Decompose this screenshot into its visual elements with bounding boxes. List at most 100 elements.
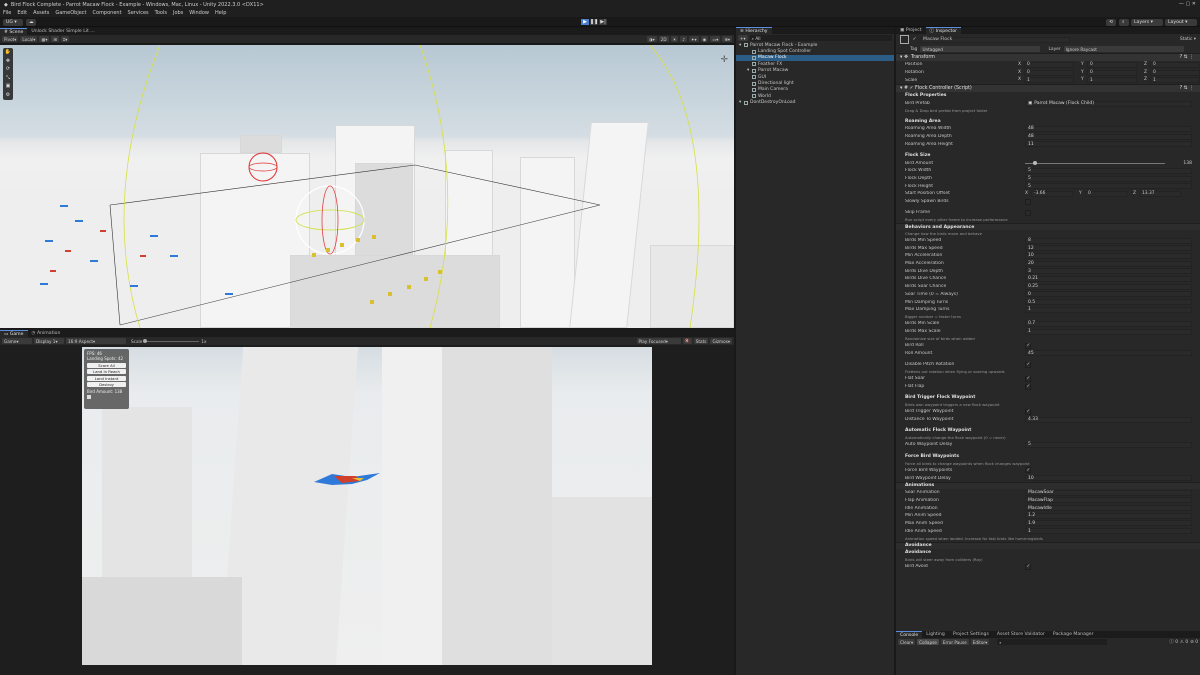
tab-console[interactable]: Console xyxy=(896,631,923,638)
tab-scene[interactable]: # Scene xyxy=(0,28,28,35)
vector-component-input[interactable]: 0 xyxy=(1085,190,1127,197)
scene-orientation-gizmo-icon[interactable]: ✛ xyxy=(720,55,728,65)
value-field[interactable]: 3 xyxy=(1025,268,1192,275)
value-field[interactable]: ▣ Parrot Macaw (Flock Child) xyxy=(1025,100,1192,107)
mode-2d-toggle[interactable]: 2D xyxy=(658,36,669,42)
value-field[interactable]: 0.7 xyxy=(1025,320,1192,327)
game-mode-dropdown[interactable]: Game ▾ xyxy=(2,338,32,344)
tab-package-manager[interactable]: Package Manager xyxy=(1048,631,1098,638)
history-icon[interactable]: ⟲ xyxy=(1106,18,1116,26)
console-search-input[interactable]: ⌕ xyxy=(997,639,1108,645)
checkbox[interactable]: ✓ xyxy=(1025,361,1031,368)
slider-handle[interactable] xyxy=(1033,160,1037,165)
warning-count-icon[interactable]: ⚠ 0 xyxy=(1180,640,1188,645)
value-field[interactable]: 48 xyxy=(1025,125,1192,132)
layers-dropdown[interactable]: Layers ▾ xyxy=(1131,18,1163,26)
layout-dropdown[interactable]: Layout ▾ xyxy=(1165,18,1197,26)
tab-shader[interactable]: Unlock Shader Simple Lit ... xyxy=(27,28,99,35)
value-field[interactable]: 1 xyxy=(1025,306,1192,313)
error-count-icon[interactable]: ⊘ 0 xyxy=(1190,640,1198,645)
value-field[interactable]: 1 xyxy=(1025,328,1192,335)
pause-icon[interactable]: ❚❚ xyxy=(590,19,598,25)
value-field[interactable]: 0.5 xyxy=(1025,299,1192,306)
collapse-button[interactable]: Collapse xyxy=(917,639,939,645)
increment-icon[interactable]: ⌗▾ xyxy=(60,36,70,42)
aspect-dropdown[interactable]: 16:9 Aspect ▾ xyxy=(66,338,126,344)
gizmos-dropdown[interactable]: Gizmos ▾ xyxy=(710,338,732,344)
value-field[interactable]: 45 xyxy=(1025,350,1192,357)
flock-controller-header[interactable]: ▾ # ✓ Flock Controller (Script)? ⇅ ⋮ xyxy=(896,84,1200,93)
tab-asset-store-validator[interactable]: Asset Store Validator xyxy=(992,631,1049,638)
transform-header[interactable]: ▾ ✥ Transform? ⇅ ⋮ xyxy=(896,53,1200,61)
menu-assets[interactable]: Assets xyxy=(33,10,49,16)
checkbox[interactable]: ✓ xyxy=(1025,408,1031,415)
value-field[interactable]: 5 xyxy=(1025,175,1192,182)
menu-jobs[interactable]: Jobs xyxy=(173,10,183,16)
menu-file[interactable]: File xyxy=(3,10,11,16)
tab-lighting[interactable]: Lighting xyxy=(922,631,949,638)
active-checkbox[interactable]: ✓ xyxy=(912,37,917,42)
destroy-button[interactable]: Destroy xyxy=(87,382,126,388)
vector-component-input[interactable]: 1 xyxy=(1150,77,1200,84)
value-field[interactable]: 1 xyxy=(1025,528,1192,535)
tab-project[interactable]: ▣ Project xyxy=(896,27,926,34)
value-field[interactable]: 8 xyxy=(1025,237,1192,244)
value-field[interactable]: 1.2 xyxy=(1025,512,1192,519)
checkbox[interactable]: ✓ xyxy=(1025,563,1031,570)
static-toggle[interactable]: Static ▾ xyxy=(1180,37,1196,42)
account-button[interactable]: UG ▾ xyxy=(3,18,23,26)
menu-tools[interactable]: Tools xyxy=(155,10,167,16)
grid-icon[interactable]: ▦▾ xyxy=(39,36,50,42)
tab-animation[interactable]: ◷ Animation xyxy=(27,330,65,337)
vector-component-input[interactable]: 0 xyxy=(1024,69,1074,76)
play-icon[interactable]: ▶ xyxy=(581,19,589,25)
checkbox[interactable] xyxy=(1025,209,1031,216)
slider-value[interactable]: 138 xyxy=(1183,161,1192,166)
play-focused-dropdown[interactable]: Play Focused ▾ xyxy=(636,338,681,344)
bird-amount-slider[interactable] xyxy=(1025,160,1165,165)
search-icon[interactable]: ⌕ xyxy=(1119,18,1129,26)
hierarchy-item[interactable]: ▾ DontDestroyOnLoad xyxy=(736,100,894,106)
component-menu-icon[interactable]: ? ⇅ ⋮ xyxy=(1180,55,1194,60)
value-field[interactable]: MacawSoar xyxy=(1025,489,1192,496)
error-pause-button[interactable]: Error Pause xyxy=(940,639,969,645)
value-field[interactable]: MacawIdle xyxy=(1025,505,1192,512)
window-controls[interactable]: — ▢ ✕ xyxy=(1179,1,1196,7)
vector-component-input[interactable]: -3.66 xyxy=(1031,190,1073,197)
checkbox[interactable]: ✓ xyxy=(1025,342,1031,349)
stats-button[interactable]: Stats xyxy=(693,338,709,344)
value-field[interactable]: 5 xyxy=(1025,183,1192,190)
value-field[interactable]: 48 xyxy=(1025,133,1192,140)
display-dropdown[interactable]: Display 1 ▾ xyxy=(34,338,64,344)
mute-icon[interactable]: 🔇 xyxy=(682,338,692,344)
value-field[interactable]: 11 xyxy=(1025,141,1192,148)
value-field[interactable]: 0.21 xyxy=(1025,275,1192,282)
object-name-input[interactable]: Macaw Flock xyxy=(920,36,1070,43)
land-in-reach-button[interactable]: Land In Reach xyxy=(87,369,126,375)
section-foldout[interactable]: Behaviors and Appearance xyxy=(896,223,1200,231)
vector-component-input[interactable]: 1 xyxy=(1024,77,1074,84)
value-field[interactable]: 12 xyxy=(1025,245,1192,252)
section-foldout[interactable]: Avoidance xyxy=(896,541,1200,549)
menu-gameobject[interactable]: GameObject xyxy=(55,10,86,16)
log-count-icon[interactable]: ⓘ 0 xyxy=(1169,639,1178,645)
camera-icon[interactable]: ▭▾ xyxy=(710,36,721,42)
value-field[interactable]: 5 xyxy=(1025,441,1192,448)
tab-hierarchy[interactable]: ≡ Hierarchy xyxy=(736,27,772,34)
scale-slider[interactable] xyxy=(143,338,200,343)
section-foldout[interactable]: Animations xyxy=(896,481,1200,489)
cloud-icon[interactable]: ☁ xyxy=(26,18,36,26)
hierarchy-search-input[interactable]: ⌕ All xyxy=(749,35,892,41)
scare-all-button[interactable]: Scare All xyxy=(87,362,126,368)
audio-icon[interactable]: ♪ xyxy=(680,36,688,42)
add-icon[interactable]: +▾ xyxy=(738,35,748,41)
menu-component[interactable]: Component xyxy=(93,10,122,16)
menu-window[interactable]: Window xyxy=(189,10,209,16)
value-field[interactable]: MacawFlap xyxy=(1025,497,1192,504)
hidden-icon[interactable]: ◉ xyxy=(700,36,709,42)
value-field[interactable]: 10 xyxy=(1025,475,1192,482)
editor-dropdown[interactable]: Editor ▾ xyxy=(970,639,990,645)
layer-dropdown[interactable]: Ignore Raycast xyxy=(1063,46,1184,52)
tab-inspector[interactable]: ⓘ Inspector xyxy=(925,27,962,34)
value-field[interactable]: 0 xyxy=(1025,291,1192,298)
